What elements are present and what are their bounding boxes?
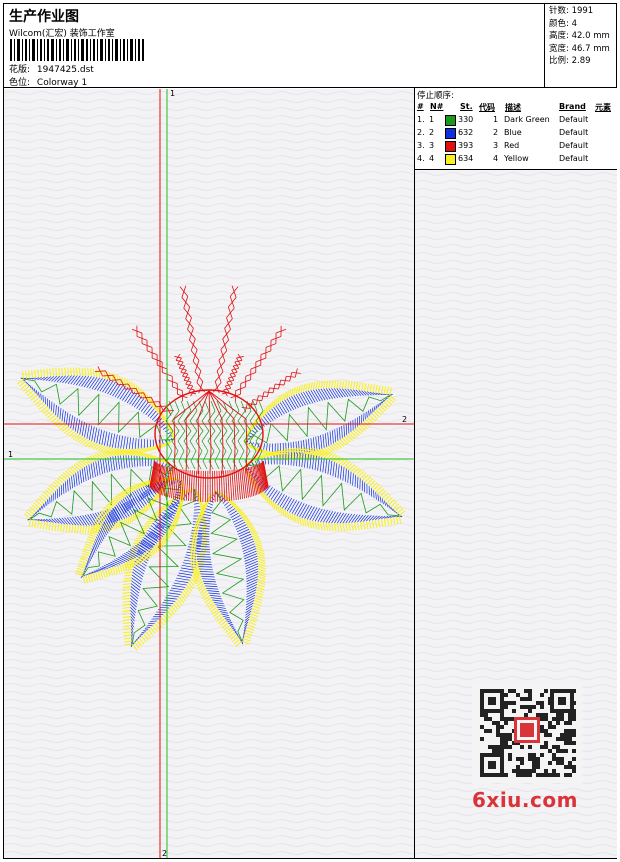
sheet-title: 生产作业图 [9,6,79,26]
stat-height: 高度: 42.0 mm [549,30,617,43]
axis-h2-label: 2 [402,415,407,424]
row-desc: Yellow [504,154,529,163]
row-code: 4 [493,154,498,163]
row-num: 2. [417,128,425,137]
stop-sequence-title: 停止顺序: [417,89,454,101]
row-no: 2 [429,128,434,137]
color-swatch [445,128,456,139]
design-canvas: 1 2 1 2 [4,89,414,858]
production-sheet: 生产作业图 Wilcom(汇宏) 装饰工作室 [0,0,620,861]
stat-colors: 颜色: 4 [549,18,617,31]
table-row: 4. 4 634 4 Yellow Default [415,154,618,167]
colorway-label: 色位: [9,78,30,88]
header: 生产作业图 Wilcom(汇宏) 装饰工作室 [3,3,617,88]
stat-width: 宽度: 46.7 mm [549,43,617,56]
row-desc: Dark Green [504,115,550,124]
row-stitches: 634 [458,154,473,163]
table-header: # N# St. 代码 描述 Brand 元素 [415,102,618,112]
row-no: 4 [429,154,434,163]
axis-v1-label: 1 [170,89,175,98]
colorway-value: Colorway 1 [37,78,87,88]
row-num: 3. [417,141,425,150]
axis-v2-label: 2 [162,849,167,858]
table-row: 2. 2 632 2 Blue Default [415,128,618,141]
col-st: St. [460,102,473,111]
row-brand: Default [559,154,588,163]
col-desc: 描述 [505,102,521,113]
row-stitches: 330 [458,115,473,124]
col-num: # [417,102,424,111]
row-brand: Default [559,128,588,137]
stat-scale: 比例: 2.89 [549,55,617,68]
col-elements: 元素 [595,102,611,113]
row-stitches: 632 [458,128,473,137]
axis-h1-label: 1 [8,450,13,459]
row-num: 4. [417,154,425,163]
design-file-line: 花版: 1947425.dst [9,62,94,75]
col-no: N# [430,102,443,111]
stop-sequence-panel: 停止顺序: # N# St. 代码 描述 Brand 元素 1. 1 330 1 Dar… [414,88,617,170]
col-brand: Brand [559,102,586,111]
row-desc: Red [504,141,519,150]
watermark-text: 6xiu.com [472,788,578,812]
design-label: 花版: [9,65,30,75]
color-swatch [445,154,456,165]
table-row: 1. 1 330 1 Dark Green Default [415,115,618,128]
stat-stitches: 针数: 1991 [549,5,617,18]
row-code: 2 [493,128,498,137]
row-code: 3 [493,141,498,150]
row-desc: Blue [504,128,522,137]
row-no: 1 [429,115,434,124]
embroidery-drawing: 1 2 1 2 [4,89,414,858]
qr-code [472,683,582,783]
table-row: 3. 3 393 3 Red Default [415,141,618,154]
row-brand: Default [559,115,588,124]
barcode [10,39,145,61]
colorway-line: 色位: Colorway 1 [9,75,87,88]
color-swatch [445,141,456,152]
stats-panel: 针数: 1991 颜色: 4 高度: 42.0 mm 宽度: 46.7 mm 比… [544,3,617,88]
row-brand: Default [559,141,588,150]
col-code: 代码 [479,102,495,113]
row-stitches: 393 [458,141,473,150]
company-name: Wilcom(汇宏) 装饰工作室 [9,26,115,39]
color-swatch [445,115,456,126]
design-file: 1947425.dst [37,65,94,75]
row-code: 1 [493,115,498,124]
row-num: 1. [417,115,425,124]
row-no: 3 [429,141,434,150]
